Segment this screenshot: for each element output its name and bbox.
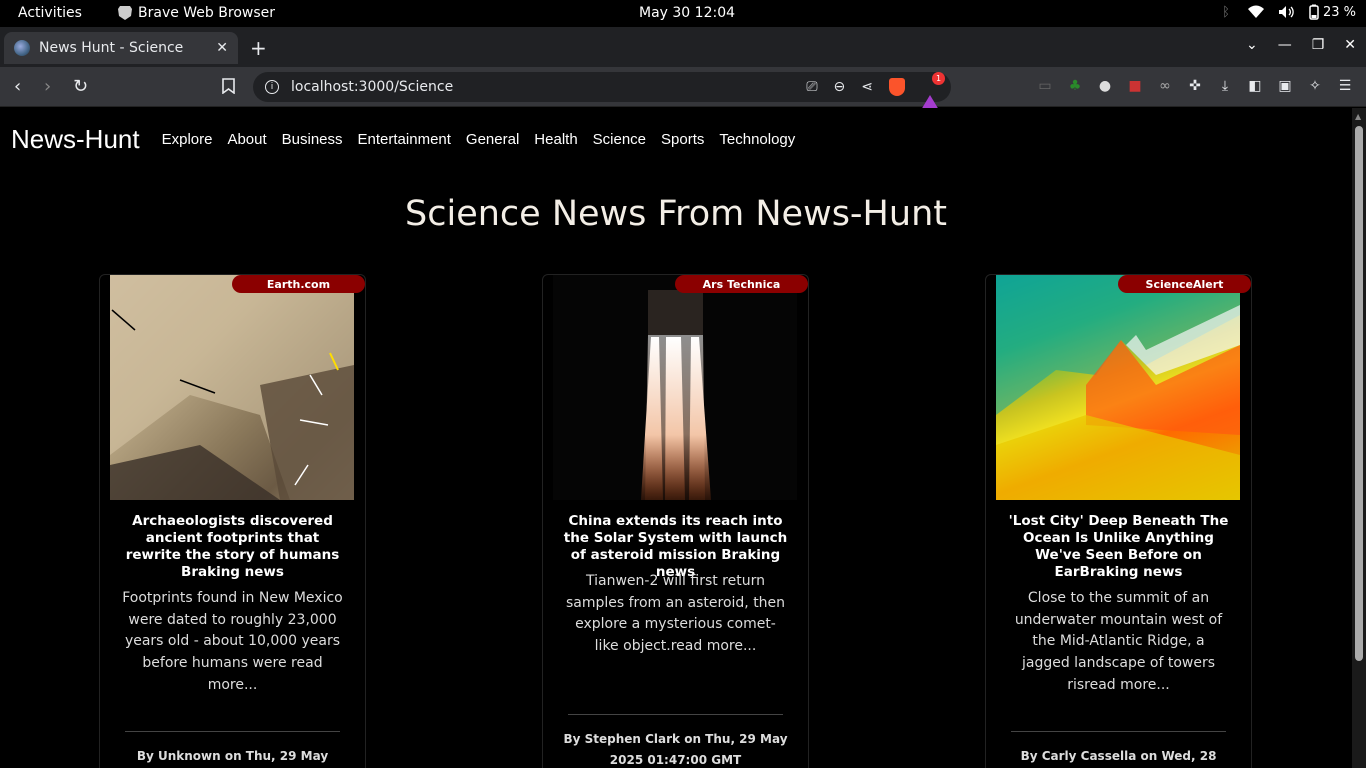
site-brand[interactable]: News-Hunt bbox=[11, 124, 140, 155]
tab-title: News Hunt - Science bbox=[39, 40, 184, 56]
nav-link-explore[interactable]: Explore bbox=[162, 131, 213, 148]
wifi-icon bbox=[1247, 4, 1264, 20]
leo-ai-icon[interactable]: ✧ bbox=[1306, 77, 1324, 95]
nav-links: Explore About Business Entertainment Gen… bbox=[162, 131, 796, 148]
ext-red-icon[interactable]: ■ bbox=[1126, 77, 1144, 95]
reload-button[interactable]: ↻ bbox=[73, 76, 88, 97]
divider bbox=[568, 714, 783, 715]
cast-icon[interactable]: ⎚ bbox=[806, 79, 817, 95]
nav-link-business[interactable]: Business bbox=[282, 131, 343, 148]
news-card: ScienceAlert 'Lost City' Deep Beneath Th… bbox=[985, 274, 1252, 768]
browser-toolbar: ‹ › ↻ i localhost:3000/Science ⎚ ⊖ ⋖ 1 ▭… bbox=[0, 67, 1366, 110]
scroll-up-icon[interactable]: ▲ bbox=[1355, 112, 1361, 121]
page-heading: Science News From News-Hunt bbox=[405, 194, 947, 234]
news-byline: By Carly Cassella on Wed, 28 May bbox=[1020, 749, 1217, 763]
battery-percent: 23 % bbox=[1322, 4, 1356, 20]
divider bbox=[125, 731, 340, 732]
nav-link-science[interactable]: Science bbox=[593, 131, 646, 148]
minimize-button[interactable]: — bbox=[1278, 37, 1292, 53]
back-button[interactable]: ‹ bbox=[14, 76, 21, 97]
tab-strip: News Hunt - Science ✕ + ⌄ — ❐ ✕ bbox=[0, 27, 1366, 67]
menu-icon[interactable]: ☰ bbox=[1336, 77, 1354, 95]
extensions-area: ▭ ♣ ● ■ ∞ ✜ ⤓ ◧ ▣ ✧ ☰ bbox=[1036, 77, 1354, 95]
rewards-badge: 1 bbox=[932, 72, 945, 85]
bookmark-icon[interactable] bbox=[222, 78, 235, 98]
scrollbar-thumb[interactable] bbox=[1355, 126, 1363, 661]
nav-link-sports[interactable]: Sports bbox=[661, 131, 704, 148]
url-text[interactable]: localhost:3000/Science bbox=[291, 79, 806, 95]
news-byline: By Stephen Clark on Thu, 29 May 2025 01:… bbox=[563, 732, 788, 767]
nav-link-about[interactable]: About bbox=[227, 131, 266, 148]
share-icon[interactable]: ⋖ bbox=[861, 79, 873, 95]
nav-link-entertainment[interactable]: Entertainment bbox=[358, 131, 451, 148]
volume-icon bbox=[1278, 4, 1294, 20]
tab-list-chevron-icon[interactable]: ⌄ bbox=[1246, 37, 1258, 53]
news-description[interactable]: Tianwen-2 will first return samples from… bbox=[565, 571, 786, 658]
forward-button[interactable]: › bbox=[44, 76, 51, 97]
download-icon[interactable]: ⤓ bbox=[1216, 77, 1234, 95]
web-page: News-Hunt Explore About Business Enterta… bbox=[0, 108, 1352, 768]
app-name: Brave Web Browser bbox=[138, 5, 275, 21]
news-description[interactable]: Footprints found in New Mexico were date… bbox=[122, 588, 343, 697]
news-title: Archaeologists discovered ancient footpr… bbox=[125, 513, 340, 580]
maximize-button[interactable]: ❐ bbox=[1312, 37, 1325, 53]
ext-circle-icon[interactable]: ● bbox=[1096, 77, 1114, 95]
news-image[interactable] bbox=[110, 275, 354, 500]
address-bar[interactable]: i localhost:3000/Science ⎚ ⊖ ⋖ 1 bbox=[253, 72, 951, 110]
site-info-icon[interactable]: i bbox=[265, 80, 279, 94]
system-tray[interactable]: ᛒ 23 % bbox=[1218, 4, 1356, 20]
clock[interactable]: May 30 12:04 bbox=[639, 5, 735, 21]
sidebar-toggle-icon[interactable]: ◧ bbox=[1246, 77, 1264, 95]
source-badge: Earth.com bbox=[232, 275, 365, 293]
battery-icon bbox=[1309, 4, 1319, 20]
news-title: 'Lost City' Deep Beneath The Ocean Is Un… bbox=[1008, 513, 1229, 580]
new-tab-button[interactable]: + bbox=[250, 36, 267, 60]
activities-button[interactable]: Activities bbox=[18, 5, 82, 21]
zoom-icon[interactable]: ⊖ bbox=[834, 79, 846, 95]
news-card: Earth.com Archaeologists discovered anci… bbox=[99, 274, 366, 768]
source-badge: ScienceAlert bbox=[1118, 275, 1251, 293]
bluetooth-icon: ᛒ bbox=[1222, 4, 1230, 20]
news-byline: By Unknown on Thu, 29 May 2025 bbox=[136, 749, 329, 763]
source-badge: Ars Technica bbox=[675, 275, 808, 293]
tab-news-hunt[interactable]: News Hunt - Science ✕ bbox=[4, 32, 238, 64]
news-card: Ars Technica China extends its reach int… bbox=[542, 274, 809, 768]
frog-ext-icon[interactable]: ♣ bbox=[1066, 77, 1084, 95]
nav-link-technology[interactable]: Technology bbox=[719, 131, 795, 148]
nav-link-general[interactable]: General bbox=[466, 131, 519, 148]
nav-link-health[interactable]: Health bbox=[534, 131, 577, 148]
page-scrollbar[interactable]: ▲ bbox=[1352, 108, 1366, 768]
extensions-puzzle-icon[interactable]: ✜ bbox=[1186, 77, 1204, 95]
news-image[interactable] bbox=[996, 275, 1240, 500]
ext-glasses-icon[interactable]: ∞ bbox=[1156, 77, 1174, 95]
wallet-icon[interactable]: ▣ bbox=[1276, 77, 1294, 95]
brave-rewards-icon[interactable]: 1 bbox=[921, 72, 945, 110]
system-top-bar: Activities Brave Web Browser May 30 12:0… bbox=[0, 0, 1366, 27]
divider bbox=[1011, 731, 1226, 732]
wallet-ext-icon[interactable]: ▭ bbox=[1036, 77, 1054, 95]
news-image[interactable] bbox=[553, 275, 797, 500]
news-description[interactable]: Close to the summit of an underwater mou… bbox=[1008, 588, 1229, 697]
close-tab-icon[interactable]: ✕ bbox=[216, 40, 228, 56]
close-window-button[interactable]: ✕ bbox=[1344, 37, 1356, 53]
address-bar-actions: ⎚ ⊖ ⋖ 1 bbox=[806, 72, 945, 110]
battery-indicator: 23 % bbox=[1308, 4, 1356, 20]
globe-favicon-icon bbox=[14, 40, 30, 56]
window-controls: ⌄ — ❐ ✕ bbox=[1246, 37, 1356, 53]
brave-shields-icon[interactable] bbox=[889, 78, 905, 96]
site-navbar: News-Hunt Explore About Business Enterta… bbox=[11, 124, 795, 155]
app-menu[interactable]: Brave Web Browser bbox=[118, 5, 275, 21]
brave-lion-icon bbox=[118, 6, 132, 20]
